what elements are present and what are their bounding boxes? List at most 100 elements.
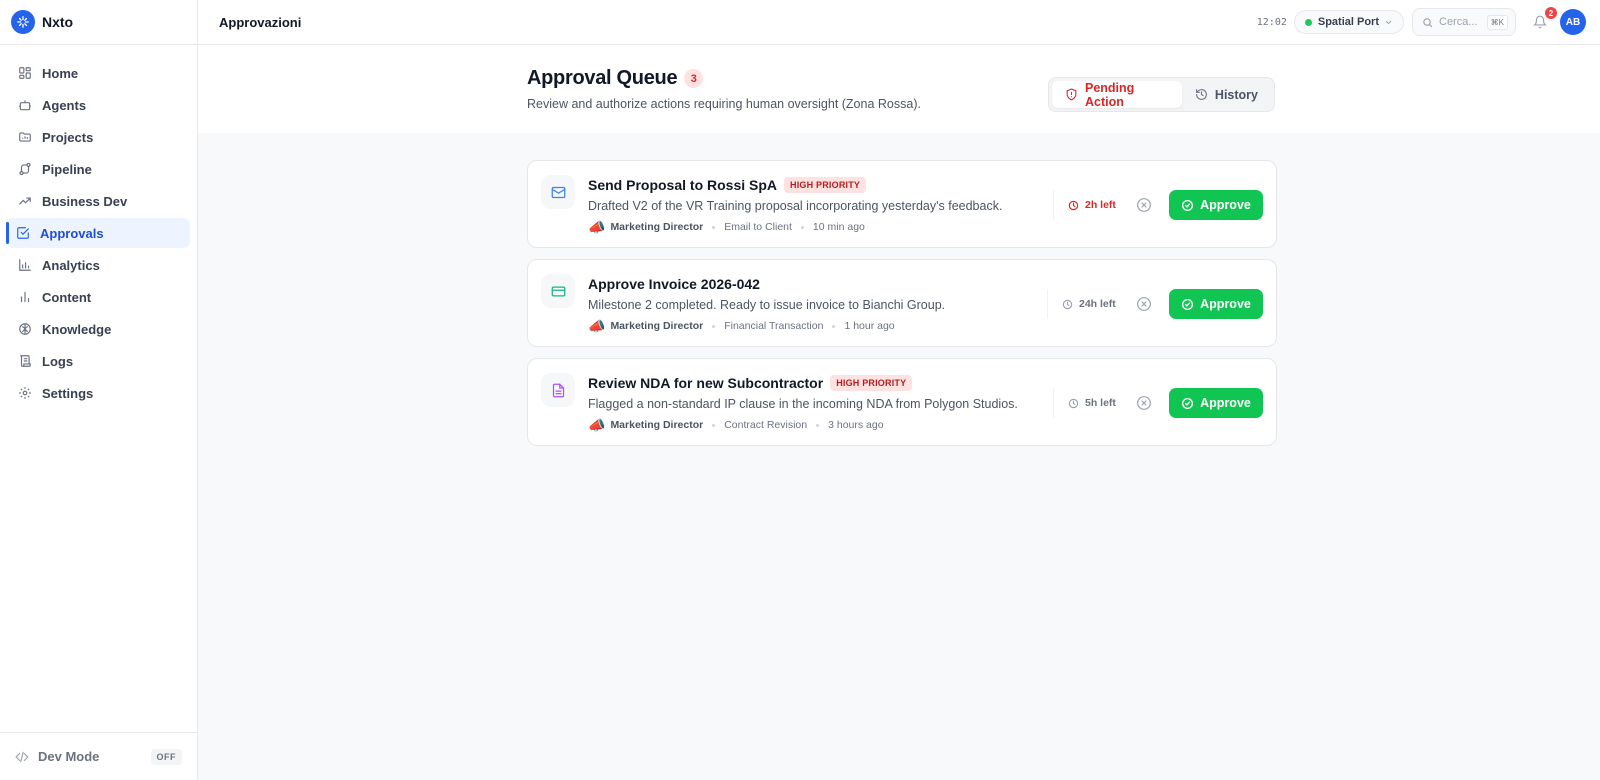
- card-meta: 📣 Marketing Director Financial Transacti…: [588, 319, 895, 333]
- notifications-button[interactable]: 2: [1530, 6, 1558, 32]
- approval-card[interactable]: Approve Invoice 2026-042 Milestone 2 com…: [527, 259, 1277, 347]
- gear-icon: [18, 386, 32, 400]
- topbar: Approvazioni 12:02 Spatial Port Cerca...…: [198, 0, 1600, 45]
- credit-card-icon: [541, 274, 575, 308]
- dev-mode-label: Dev Mode: [38, 749, 100, 764]
- tab-label: History: [1214, 87, 1258, 102]
- approval-card[interactable]: Send Proposal to Rossi SpA HIGH PRIORITY…: [527, 160, 1277, 248]
- approval-card[interactable]: Review NDA for new Subcontractor HIGH PR…: [527, 358, 1277, 446]
- sidebar-item-label: Knowledge: [42, 321, 112, 337]
- sidebar-item-approvals[interactable]: Approvals: [6, 218, 190, 248]
- search-input[interactable]: Cerca... ⌘K: [1412, 8, 1516, 36]
- tab-history[interactable]: History: [1182, 81, 1271, 108]
- agent-name: Marketing Director: [610, 419, 704, 431]
- folder-icon: [18, 130, 32, 144]
- tab-pending-action[interactable]: Pending Action: [1052, 81, 1182, 109]
- sidebar-item-pipeline[interactable]: Pipeline: [6, 154, 190, 184]
- page-title: Approval Queue: [527, 67, 678, 89]
- agent-emoji: 📣: [588, 318, 606, 334]
- status-dot: [1304, 18, 1312, 26]
- dev-mode-toggle[interactable]: Dev Mode OFF: [0, 732, 198, 780]
- sidebar-item-settings[interactable]: Settings: [6, 378, 190, 408]
- meta-separator: [712, 423, 716, 427]
- sidebar-item-analytics[interactable]: Analytics: [6, 250, 190, 280]
- history-icon: [1195, 88, 1208, 101]
- meta-separator: [712, 225, 716, 229]
- card-description: Milestone 2 completed. Ready to issue in…: [588, 298, 946, 312]
- meta-separator: [816, 423, 820, 427]
- check-circle-icon: [1181, 397, 1194, 410]
- agent-name: Marketing Director: [610, 320, 704, 332]
- sidebar-item-home[interactable]: Home: [6, 58, 190, 88]
- sidebar-item-knowledge[interactable]: Knowledge: [6, 314, 190, 344]
- x-circle-icon: [1136, 197, 1152, 213]
- notification-count: 2: [1544, 6, 1558, 20]
- topbar-actions: 12:02 Spatial Port Cerca... ⌘K 2 AB: [1256, 6, 1586, 36]
- sidebar-item-label: Content: [42, 289, 92, 305]
- search-icon: [1422, 17, 1433, 28]
- clock-icon: [1062, 299, 1073, 310]
- trending-up-icon: [18, 194, 32, 208]
- check-circle-icon: [1181, 199, 1194, 212]
- approve-button[interactable]: Approve: [1169, 289, 1263, 319]
- card-title-row: Review NDA for new Subcontractor HIGH PR…: [588, 375, 913, 391]
- queue-count-badge: 3: [684, 69, 704, 88]
- brain-icon: [18, 322, 32, 336]
- meta-separator: [832, 324, 836, 328]
- sidebar-item-agents[interactable]: Agents: [6, 90, 190, 120]
- search-shortcut: ⌘K: [1486, 14, 1508, 30]
- sidebar-item-business-dev[interactable]: Business Dev: [6, 186, 190, 216]
- created-time: 3 hours ago: [828, 419, 884, 431]
- workspace-name: Spatial Port: [1317, 16, 1379, 28]
- brand[interactable]: Nxto: [0, 0, 197, 45]
- card-title-row: Send Proposal to Rossi SpA HIGH PRIORITY: [588, 177, 867, 193]
- avatar[interactable]: AB: [1560, 9, 1586, 35]
- sidebar-item-label: Business Dev: [42, 193, 128, 209]
- approve-label: Approve: [1200, 297, 1251, 311]
- check-square-icon: [16, 226, 30, 240]
- topbar-title: Approvazioni: [219, 14, 302, 30]
- agent-name: Marketing Director: [610, 221, 704, 233]
- sidebar-item-label: Approvals: [40, 225, 104, 241]
- check-circle-icon: [1181, 298, 1194, 311]
- sidebar-item-content[interactable]: Content: [6, 282, 190, 312]
- approve-button[interactable]: Approve: [1169, 388, 1263, 418]
- approve-label: Approve: [1200, 198, 1251, 212]
- time-left: 5h left: [1053, 388, 1130, 418]
- action-type: Email to Client: [724, 221, 792, 233]
- sidebar-item-label: Home: [42, 65, 79, 81]
- reject-button[interactable]: [1136, 395, 1152, 411]
- created-time: 1 hour ago: [844, 320, 895, 332]
- card-title: Approve Invoice 2026-042: [588, 276, 760, 292]
- sidebar-item-logs[interactable]: Logs: [6, 346, 190, 376]
- workspace-selector[interactable]: Spatial Port: [1293, 10, 1404, 34]
- time-left: 24h left: [1047, 289, 1130, 319]
- card-meta: 📣 Marketing Director Contract Revision 3…: [588, 418, 884, 432]
- mail-icon: [541, 175, 575, 209]
- meta-separator: [712, 324, 716, 328]
- page-header: Approval Queue 3 Review and authorize ac…: [198, 45, 1600, 133]
- approve-button[interactable]: Approve: [1169, 190, 1263, 220]
- x-circle-icon: [1136, 395, 1152, 411]
- sidebar-item-projects[interactable]: Projects: [6, 122, 190, 152]
- route-icon: [18, 162, 32, 176]
- sidebar: Nxto Home Agents Projects Pipeline Busin…: [0, 0, 198, 780]
- created-time: 10 min ago: [812, 221, 865, 233]
- reject-button[interactable]: [1136, 296, 1152, 312]
- reject-button[interactable]: [1136, 197, 1152, 213]
- card-description: Drafted V2 of the VR Training proposal i…: [588, 199, 1003, 213]
- agent-emoji: 📣: [588, 417, 606, 433]
- page-title-row: Approval Queue 3: [527, 67, 704, 90]
- dev-mode-state-badge: OFF: [150, 748, 182, 765]
- chevron-down-icon: [1384, 18, 1393, 27]
- scroll-icon: [18, 354, 32, 368]
- priority-badge: HIGH PRIORITY: [830, 375, 913, 391]
- sidebar-item-label: Agents: [42, 97, 87, 113]
- bar-chart-2-icon: [18, 290, 32, 304]
- brand-name: Nxto: [42, 14, 74, 30]
- clock-icon: [1068, 200, 1079, 211]
- card-title: Review NDA for new Subcontractor: [588, 375, 824, 391]
- agent-emoji: 📣: [588, 219, 606, 235]
- sidebar-item-label: Logs: [42, 353, 74, 369]
- clock: 12:02: [1256, 16, 1287, 28]
